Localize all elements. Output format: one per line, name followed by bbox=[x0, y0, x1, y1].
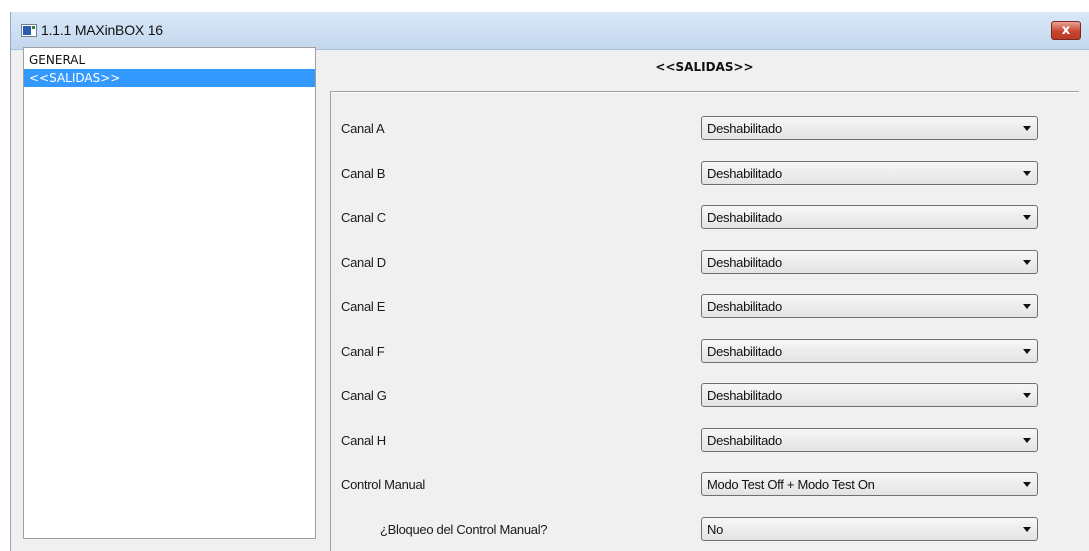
canal-b-select[interactable]: Deshabilitado bbox=[701, 161, 1038, 185]
close-button[interactable]: x bbox=[1051, 21, 1081, 40]
chevron-down-icon bbox=[1023, 260, 1031, 265]
select-value: No bbox=[707, 522, 724, 537]
tree-item-salidas[interactable]: <<SALIDAS>> bbox=[24, 69, 315, 87]
param-label: Canal D bbox=[341, 255, 386, 270]
param-label: Canal F bbox=[341, 344, 385, 359]
chevron-down-icon bbox=[1023, 527, 1031, 532]
close-icon: x bbox=[1061, 23, 1071, 38]
param-row-canal-e: Canal E Deshabilitado bbox=[331, 294, 1079, 320]
param-row-control-manual: Control Manual Modo Test Off + Modo Test… bbox=[331, 472, 1079, 498]
canal-g-select[interactable]: Deshabilitado bbox=[701, 383, 1038, 407]
select-value: Deshabilitado bbox=[707, 299, 782, 314]
tree-item-general[interactable]: GENERAL bbox=[24, 51, 315, 69]
canal-d-select[interactable]: Deshabilitado bbox=[701, 250, 1038, 274]
parameter-tree: GENERAL <<SALIDAS>> bbox=[23, 47, 316, 539]
select-value: Deshabilitado bbox=[707, 121, 782, 136]
select-value: Modo Test Off + Modo Test On bbox=[707, 477, 875, 492]
select-value: Deshabilitado bbox=[707, 255, 782, 270]
param-label: Canal A bbox=[341, 121, 385, 136]
select-value: Deshabilitado bbox=[707, 210, 782, 225]
param-row-canal-d: Canal D Deshabilitado bbox=[331, 250, 1079, 276]
param-label: Canal E bbox=[341, 299, 386, 314]
param-row-canal-c: Canal C Deshabilitado bbox=[331, 205, 1079, 231]
param-row-canal-b: Canal B Deshabilitado bbox=[331, 161, 1079, 187]
chevron-down-icon bbox=[1023, 126, 1031, 131]
chevron-down-icon bbox=[1023, 438, 1031, 443]
section-title: <<SALIDAS>> bbox=[655, 60, 754, 74]
param-label: Canal H bbox=[341, 433, 386, 448]
window-title: 1.1.1 MAXinBOX 16 bbox=[41, 22, 163, 38]
chevron-down-icon bbox=[1023, 215, 1031, 220]
select-value: Deshabilitado bbox=[707, 166, 782, 181]
chevron-down-icon bbox=[1023, 171, 1031, 176]
canal-c-select[interactable]: Deshabilitado bbox=[701, 205, 1038, 229]
param-row-canal-a: Canal A Deshabilitado bbox=[331, 116, 1079, 142]
parameters-panel: Canal A Deshabilitado Canal B Deshabilit… bbox=[330, 92, 1079, 551]
param-label: ¿Bloqueo del Control Manual? bbox=[380, 522, 548, 537]
canal-h-select[interactable]: Deshabilitado bbox=[701, 428, 1038, 452]
canal-e-select[interactable]: Deshabilitado bbox=[701, 294, 1038, 318]
bloqueo-control-manual-select[interactable]: No bbox=[701, 517, 1038, 541]
select-value: Deshabilitado bbox=[707, 344, 782, 359]
chevron-down-icon bbox=[1023, 304, 1031, 309]
param-label: Canal G bbox=[341, 388, 387, 403]
param-row-canal-g: Canal G Deshabilitado bbox=[331, 383, 1079, 409]
canal-a-select[interactable]: Deshabilitado bbox=[701, 116, 1038, 140]
title-bar[interactable]: 1.1.1 MAXinBOX 16 x bbox=[11, 12, 1089, 50]
control-manual-select[interactable]: Modo Test Off + Modo Test On bbox=[701, 472, 1038, 496]
chevron-down-icon bbox=[1023, 349, 1031, 354]
param-label: Control Manual bbox=[341, 477, 425, 492]
param-row-canal-h: Canal H Deshabilitado bbox=[331, 428, 1079, 454]
param-label: Canal C bbox=[341, 210, 386, 225]
app-icon bbox=[21, 24, 37, 37]
select-value: Deshabilitado bbox=[707, 388, 782, 403]
canal-f-select[interactable]: Deshabilitado bbox=[701, 339, 1038, 363]
chevron-down-icon bbox=[1023, 393, 1031, 398]
chevron-down-icon bbox=[1023, 482, 1031, 487]
param-row-bloqueo-control-manual: ¿Bloqueo del Control Manual? No bbox=[331, 517, 1079, 543]
param-label: Canal B bbox=[341, 166, 386, 181]
param-row-canal-f: Canal F Deshabilitado bbox=[331, 339, 1079, 365]
select-value: Deshabilitado bbox=[707, 433, 782, 448]
